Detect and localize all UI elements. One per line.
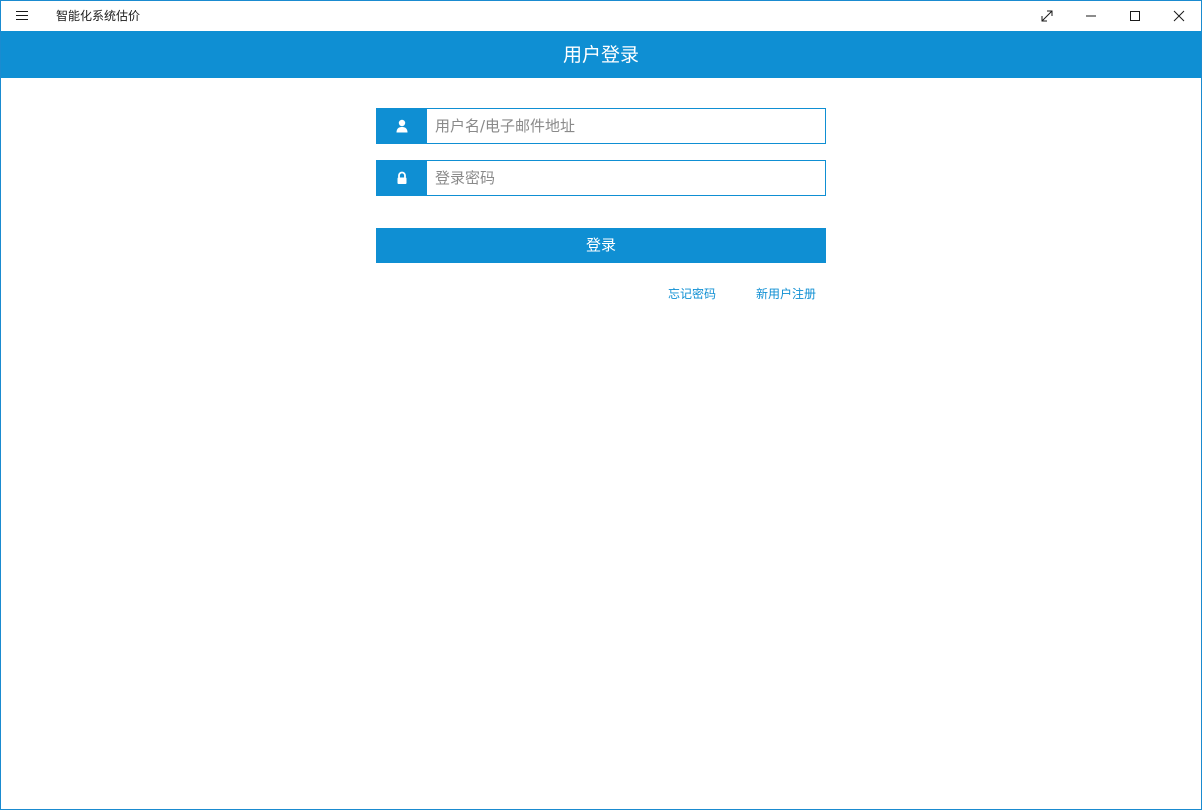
minimize-icon[interactable] xyxy=(1069,1,1113,31)
register-link[interactable]: 新用户注册 xyxy=(756,286,816,302)
app-title: 智能化系统估价 xyxy=(56,9,141,23)
close-icon[interactable] xyxy=(1157,1,1201,31)
username-input[interactable] xyxy=(427,109,825,143)
app-window: 智能化系统估价 用户登录 用户名/电子邮件地址 登录 忘记密码 新用户注册 xyxy=(0,0,1202,810)
user-icon xyxy=(396,119,408,133)
page-title: 用户登录 xyxy=(562,44,639,66)
expand-icon[interactable] xyxy=(1025,1,1069,31)
password-input[interactable] xyxy=(427,161,825,195)
lock-icon-box xyxy=(377,161,427,195)
login-button[interactable]: 登录 xyxy=(376,228,826,263)
lock-icon xyxy=(397,171,407,184)
title-bar: 智能化系统估价 xyxy=(1,1,1201,31)
username-field xyxy=(376,108,826,144)
page-header: 用户登录 xyxy=(1,31,1201,78)
password-field xyxy=(376,160,826,196)
forgot-password-link[interactable]: 忘记密码 xyxy=(668,286,716,302)
hamburger-icon[interactable] xyxy=(15,9,31,23)
maximize-icon[interactable] xyxy=(1113,1,1157,31)
user-icon-box xyxy=(377,109,427,143)
